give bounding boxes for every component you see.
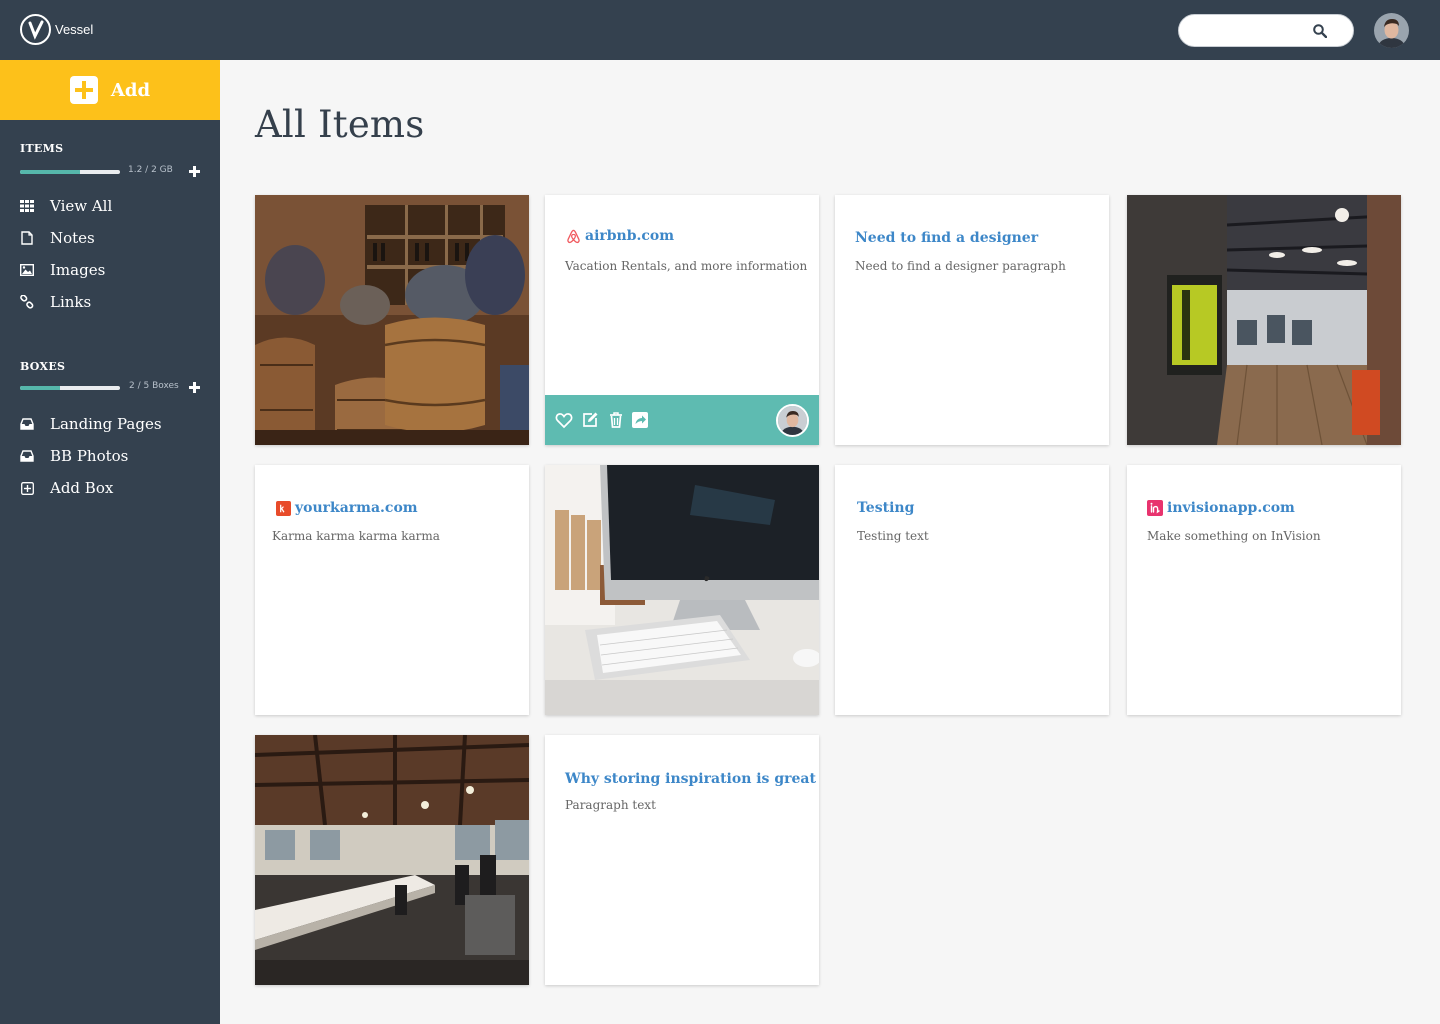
sidebar-item-bb-photos[interactable]: BB Photos xyxy=(20,444,200,468)
user-avatar[interactable] xyxy=(1374,13,1409,48)
sidebar-item-label: Add Box xyxy=(50,479,114,497)
edit-icon[interactable] xyxy=(581,411,599,429)
plus-square-icon xyxy=(69,76,98,104)
card-text: Paragraph text xyxy=(565,798,656,812)
card-actions-bar xyxy=(545,395,819,445)
sidebar-item-add-box[interactable]: Add Box xyxy=(20,476,200,500)
card-title[interactable]: yourkarma.com xyxy=(295,500,418,516)
items-section-title: ITEMS xyxy=(20,142,64,155)
image-card[interactable] xyxy=(1127,195,1401,445)
link-card-invision[interactable]: invisionapp.com Make something on InVisi… xyxy=(1127,465,1401,715)
sidebar: Add ITEMS 1.2 / 2 GB View All Notes Imag… xyxy=(0,60,220,1024)
note-card[interactable]: Need to find a designer Need to find a d… xyxy=(835,195,1109,445)
link-card-yourkarma[interactable]: yourkarma.com Karma karma karma karma xyxy=(255,465,529,715)
sidebar-item-label: Links xyxy=(50,293,92,311)
card-title[interactable]: Why storing inspiration is great xyxy=(565,771,816,787)
items-storage-fill xyxy=(20,170,80,174)
image-icon xyxy=(20,263,34,277)
heart-icon[interactable] xyxy=(555,411,573,429)
note-card[interactable]: Testing Testing text xyxy=(835,465,1109,715)
sidebar-item-images[interactable]: Images xyxy=(20,258,200,282)
card-text: Vacation Rentals, and more information xyxy=(565,259,808,273)
search-icon[interactable] xyxy=(1313,24,1327,38)
add-item-icon[interactable] xyxy=(189,166,200,177)
add-box-icon xyxy=(20,481,34,495)
sidebar-item-notes[interactable]: Notes xyxy=(20,226,200,250)
sidebar-item-landing-pages[interactable]: Landing Pages xyxy=(20,412,200,436)
image-card[interactable] xyxy=(255,195,529,445)
boxes-section-title: BOXES xyxy=(20,360,66,373)
card-title[interactable]: Testing xyxy=(857,500,914,516)
grid-icon xyxy=(20,199,34,213)
image-card[interactable] xyxy=(255,735,529,985)
note-icon xyxy=(20,231,34,245)
items-storage-meter xyxy=(20,170,120,174)
trash-icon[interactable] xyxy=(607,411,625,429)
card-header: invisionapp.com xyxy=(1147,500,1295,516)
card-header: Need to find a designer xyxy=(855,230,1038,246)
sidebar-item-label: Landing Pages xyxy=(50,415,162,433)
airbnb-icon xyxy=(565,228,581,244)
card-title[interactable]: airbnb.com xyxy=(585,228,674,244)
card-header: yourkarma.com xyxy=(275,500,418,516)
share-icon[interactable] xyxy=(631,411,649,429)
yourkarma-icon xyxy=(275,500,291,516)
link-icon xyxy=(20,295,34,309)
add-button-label: Add xyxy=(110,79,151,101)
card-text: Need to find a designer paragraph xyxy=(855,259,1066,273)
card-header: Why storing inspiration is great xyxy=(565,771,816,787)
top-bar: Vessel xyxy=(0,0,1440,60)
page-title: All Items xyxy=(255,103,425,146)
boxes-usage-fill xyxy=(20,386,60,390)
card-header: airbnb.com xyxy=(565,228,674,244)
add-button[interactable]: Add xyxy=(0,60,220,120)
card-text: Testing text xyxy=(857,529,929,543)
open-office-photo xyxy=(255,735,529,985)
inbox-icon xyxy=(20,449,34,463)
sidebar-item-label: Notes xyxy=(50,229,95,247)
card-header: Testing xyxy=(857,500,914,516)
imac-desk-photo xyxy=(545,465,819,715)
boxes-usage-text: 2 / 5 Boxes xyxy=(129,381,179,391)
sidebar-item-label: View All xyxy=(50,197,113,215)
card-text: Make something on InVision xyxy=(1147,529,1321,543)
add-box-plus-icon[interactable] xyxy=(189,382,200,393)
app-name: Vessel xyxy=(55,22,94,37)
image-card[interactable] xyxy=(545,465,819,715)
card-text: Karma karma karma karma xyxy=(272,529,440,543)
office-hall-photo xyxy=(1127,195,1401,445)
boxes-usage-meter xyxy=(20,386,120,390)
invision-icon xyxy=(1147,500,1163,516)
note-card[interactable]: Why storing inspiration is great Paragra… xyxy=(545,735,819,985)
sidebar-item-links[interactable]: Links xyxy=(20,290,200,314)
sidebar-item-view-all[interactable]: View All xyxy=(20,194,200,218)
sidebar-item-label: Images xyxy=(50,261,106,279)
owner-avatar[interactable] xyxy=(776,404,809,437)
card-title[interactable]: invisionapp.com xyxy=(1167,500,1295,516)
items-usage-text: 1.2 / 2 GB xyxy=(128,165,173,175)
link-card-airbnb[interactable]: airbnb.com Vacation Rentals, and more in… xyxy=(545,195,819,445)
card-title[interactable]: Need to find a designer xyxy=(855,230,1038,246)
vessel-logo-icon xyxy=(20,14,51,45)
sidebar-item-label: BB Photos xyxy=(50,447,129,465)
search-input[interactable] xyxy=(1178,14,1354,47)
inbox-icon xyxy=(20,417,34,431)
app-logo[interactable]: Vessel xyxy=(20,14,93,45)
bar-photo xyxy=(255,195,529,445)
